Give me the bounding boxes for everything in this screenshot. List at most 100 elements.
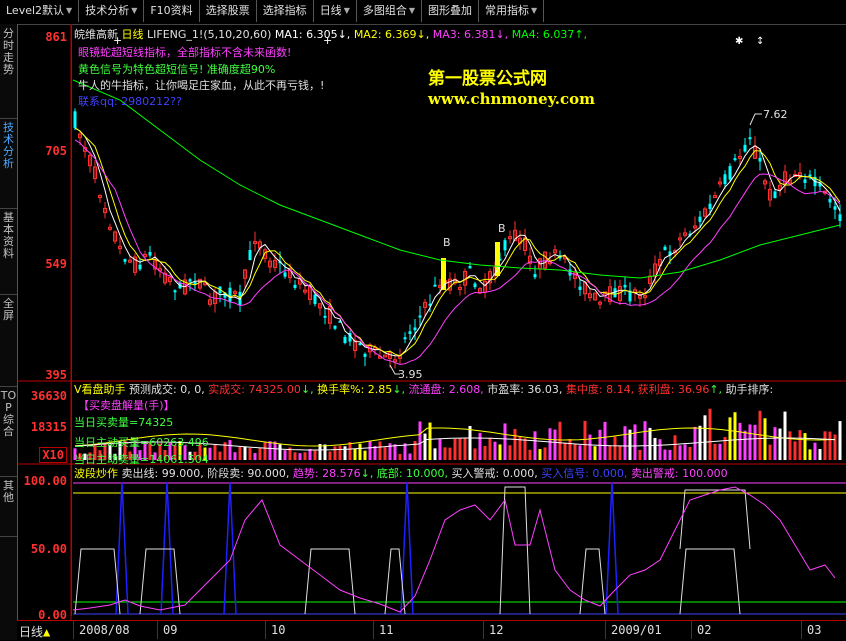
volume-bar (603, 421, 607, 460)
volume-bar (263, 442, 267, 460)
volume-bar (348, 442, 352, 460)
volume-bar (618, 445, 622, 460)
volume-bar (258, 447, 262, 460)
candle-body (248, 250, 252, 261)
x-label-10: 10 (271, 623, 286, 637)
y-label-861: 861 (45, 30, 67, 44)
volume-bar (268, 441, 272, 460)
signal-bar (441, 258, 446, 290)
candle-body (193, 281, 197, 284)
period-label: 日线 (121, 28, 144, 41)
volume-bar (828, 431, 832, 460)
volume-bar (633, 424, 637, 460)
candle-body (533, 274, 537, 278)
candle-body (663, 246, 667, 251)
volume-bar (503, 423, 507, 460)
ma1-value: MA1: 6.305 (274, 28, 338, 41)
volume-bar (493, 441, 497, 460)
x-label-02: 02 (697, 623, 712, 637)
volume-bar (458, 438, 462, 460)
wave-sell-alert: 卖出警戒: 100.000 (630, 467, 728, 480)
candle-body (623, 284, 627, 288)
volume-bar (418, 421, 422, 460)
candle-body (758, 157, 762, 162)
x-label-2009-01: 2009/01 (611, 623, 662, 637)
volume-bar (733, 412, 737, 460)
volume-bar (453, 438, 457, 460)
candle-body (468, 266, 472, 269)
signal-bar (495, 242, 500, 276)
volume-bar (513, 428, 517, 460)
candle-body (188, 279, 192, 282)
wave-bottom: 底部: 10.000, (376, 467, 449, 480)
stage-signal (679, 548, 741, 615)
volume-bar (713, 443, 717, 460)
ma2-value: MA2: 6.369 (353, 28, 417, 41)
stock-name: 皖维高新 (74, 28, 118, 41)
volume-bar (543, 447, 547, 460)
volume-bar (778, 428, 782, 460)
volume-bar (298, 453, 302, 460)
volume-bar (408, 453, 412, 460)
y-label-395: 395 (45, 368, 67, 382)
candle-body (403, 337, 407, 340)
candle-body (408, 331, 412, 334)
x-period-label[interactable]: 日线▲ (19, 623, 50, 640)
x-label-03: 03 (807, 623, 822, 637)
main-header: 皖维高新 日线 LIFENG_1!(5,10,20,60) MA1: 6.305… (74, 28, 588, 41)
volume-bar (398, 453, 402, 460)
volume-bar (823, 431, 827, 460)
candle-body (418, 315, 422, 318)
y-label-705: 705 (45, 144, 67, 158)
volume-bar (238, 446, 242, 460)
candle-body (808, 174, 812, 177)
volume-bar (373, 446, 377, 460)
volume-bar (403, 443, 407, 460)
volume-bar (343, 446, 347, 460)
vol-rank: 助手排序: (725, 383, 774, 396)
x-label-09: 09 (163, 623, 178, 637)
volume-bar (648, 427, 652, 460)
vol-line-3: 当日主动买量=60263.496 (74, 436, 209, 449)
candle-body (733, 158, 737, 161)
candle-body (283, 272, 287, 277)
volume-bar (608, 445, 612, 460)
volume-bar (333, 446, 337, 460)
wave-stage-sell: 阶段卖: 90.000, (207, 467, 290, 480)
volume-bar (703, 415, 707, 460)
note-2: 黄色信号为特色超短信号! 准确度超90% (78, 63, 276, 76)
candle-body (803, 179, 807, 183)
star-icon: ✱ (735, 36, 743, 47)
high-price-label: 7.62 (763, 108, 788, 121)
candle-body (728, 166, 732, 180)
candle-body (293, 284, 297, 289)
ma4-value: MA4: 6.037 (511, 28, 575, 41)
candle-body (578, 286, 582, 290)
wave-label-100: 100.00 (23, 474, 67, 488)
wave-header: 波段炒作 卖出线: 99.000, 阶段卖: 90.000, 趋势: 28.57… (74, 467, 728, 480)
volume-bar (508, 445, 512, 460)
stage-signal (139, 548, 181, 615)
ma2-line (74, 127, 841, 357)
volume-bar (518, 436, 522, 460)
volume-bar (793, 441, 797, 460)
vol-line-1: 【买卖盘解量(手)】 (78, 399, 175, 412)
candle-body (323, 315, 327, 318)
wave-buy-alert: 买入警戒: 0.000, (451, 467, 538, 480)
stage-signal (304, 548, 356, 615)
candle-body (138, 264, 142, 270)
candle-body (748, 137, 752, 140)
volume-bar (278, 444, 282, 460)
stage-signal (499, 486, 531, 615)
volume-bar (528, 449, 532, 460)
volume-bar (443, 447, 447, 460)
vol-pe: 市盈率: 36.03, (487, 383, 563, 396)
volume-bar (478, 432, 482, 460)
volume-bar (363, 450, 367, 460)
x-label-12: 12 (489, 623, 504, 637)
volume-bar (673, 435, 677, 460)
candle-body (833, 206, 837, 210)
candle-body (723, 174, 727, 185)
volume-bar (273, 441, 277, 460)
volume-header: V看盘助手 预测成交: 0, 0, 实成交: 74325.00↓, 换手率%: … (74, 383, 774, 396)
